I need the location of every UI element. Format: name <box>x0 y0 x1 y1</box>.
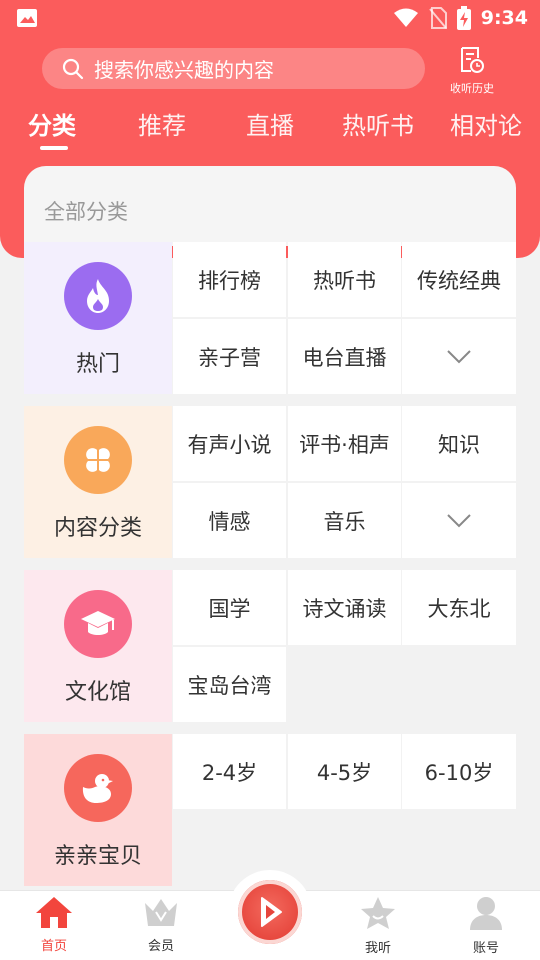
expand-button[interactable] <box>402 319 516 394</box>
play-button[interactable] <box>238 880 302 944</box>
clover-icon <box>64 426 132 494</box>
nav-account[interactable]: 账号 <box>446 895 526 956</box>
history-label: 收听历史 <box>450 82 494 95</box>
section-hot-header[interactable]: 热门 <box>24 242 172 394</box>
category-item[interactable]: 排行榜 <box>173 242 286 317</box>
play-icon <box>261 897 282 927</box>
flame-icon <box>64 262 132 330</box>
section-content: 内容分类 有声小说 评书·相声 知识 情感 音乐 <box>24 406 516 558</box>
section-culture-name: 文化馆 <box>64 680 131 705</box>
category-item[interactable]: 电台直播 <box>288 319 401 394</box>
graduation-cap-icon <box>64 590 132 658</box>
history-button[interactable]: 收听历史 <box>444 46 500 96</box>
section-hot-name: 热门 <box>75 352 120 377</box>
nav-vip[interactable]: 会员 <box>121 895 201 954</box>
no-sim-icon <box>428 7 447 29</box>
category-item[interactable]: 亲子营 <box>173 319 286 394</box>
history-icon <box>461 47 484 73</box>
category-item[interactable]: 2-4岁 <box>173 734 286 809</box>
home-icon <box>36 897 72 928</box>
category-item[interactable]: 音乐 <box>288 483 401 558</box>
tab-retingshu[interactable]: 热听书 <box>342 106 414 141</box>
image-notification-icon <box>17 9 37 27</box>
all-categories-title: 全部分类 <box>44 200 128 224</box>
category-item[interactable]: 评书·相声 <box>288 406 401 481</box>
tab-active-indicator <box>40 146 68 150</box>
nav-home[interactable]: 首页 <box>14 895 94 954</box>
search-icon <box>62 58 84 79</box>
wifi-icon <box>393 8 418 27</box>
tab-fenlei[interactable]: 分类 <box>28 106 76 141</box>
category-item[interactable]: 热听书 <box>288 242 401 317</box>
category-item[interactable]: 知识 <box>402 406 516 481</box>
crown-icon <box>145 899 177 926</box>
nav-account-label: 账号 <box>472 941 499 956</box>
nav-home-label: 首页 <box>40 939 67 954</box>
search-placeholder: 搜索你感兴趣的内容 <box>94 58 274 82</box>
category-item[interactable]: 诗文诵读 <box>288 570 401 645</box>
section-culture-header[interactable]: 文化馆 <box>24 570 172 722</box>
section-baby-name: 亲亲宝贝 <box>53 844 142 869</box>
nav-listen-label: 我听 <box>364 941 391 956</box>
clock-time: 9:34 <box>480 7 528 29</box>
section-content-name: 内容分类 <box>53 516 142 541</box>
star-icon <box>361 897 395 929</box>
section-content-header[interactable]: 内容分类 <box>24 406 172 558</box>
category-item[interactable]: 6-10岁 <box>402 734 516 809</box>
section-baby-header[interactable]: 亲亲宝贝 <box>24 734 172 886</box>
section-hot: 热门 排行榜 热听书 传统经典 亲子营 电台直播 <box>24 242 516 394</box>
search-input[interactable]: 搜索你感兴趣的内容 <box>42 48 425 89</box>
category-item[interactable]: 传统经典 <box>402 242 516 317</box>
expand-button[interactable] <box>402 483 516 558</box>
category-item[interactable]: 4-5岁 <box>288 734 401 809</box>
nav-vip-label: 会员 <box>147 939 174 954</box>
chevron-down-icon <box>447 349 471 363</box>
player-button-wrap <box>228 870 312 954</box>
category-item[interactable]: 情感 <box>173 483 286 558</box>
category-tabs: 分类 推荐 直播 热听书 相对论 <box>0 106 540 156</box>
status-bar: 9:34 <box>0 0 540 36</box>
category-item[interactable]: 有声小说 <box>173 406 286 481</box>
category-item[interactable]: 宝岛台湾 <box>173 647 286 722</box>
chevron-down-icon <box>447 513 471 527</box>
all-categories-header: 全部分类 <box>24 166 516 246</box>
tab-tuijian[interactable]: 推荐 <box>138 106 186 141</box>
tab-zhibo[interactable]: 直播 <box>246 106 294 141</box>
category-item[interactable]: 国学 <box>173 570 286 645</box>
tab-xiangduilun[interactable]: 相对论 <box>450 106 522 141</box>
duck-icon <box>64 754 132 822</box>
category-item[interactable]: 大东北 <box>402 570 516 645</box>
section-baby: 亲亲宝贝 2-4岁 4-5岁 6-10岁 <box>24 734 516 886</box>
nav-listen[interactable]: 我听 <box>338 895 418 956</box>
section-culture: 文化馆 国学 诗文诵读 大东北 宝岛台湾 <box>24 570 516 722</box>
battery-charging-icon <box>456 6 471 30</box>
user-icon <box>470 897 502 930</box>
